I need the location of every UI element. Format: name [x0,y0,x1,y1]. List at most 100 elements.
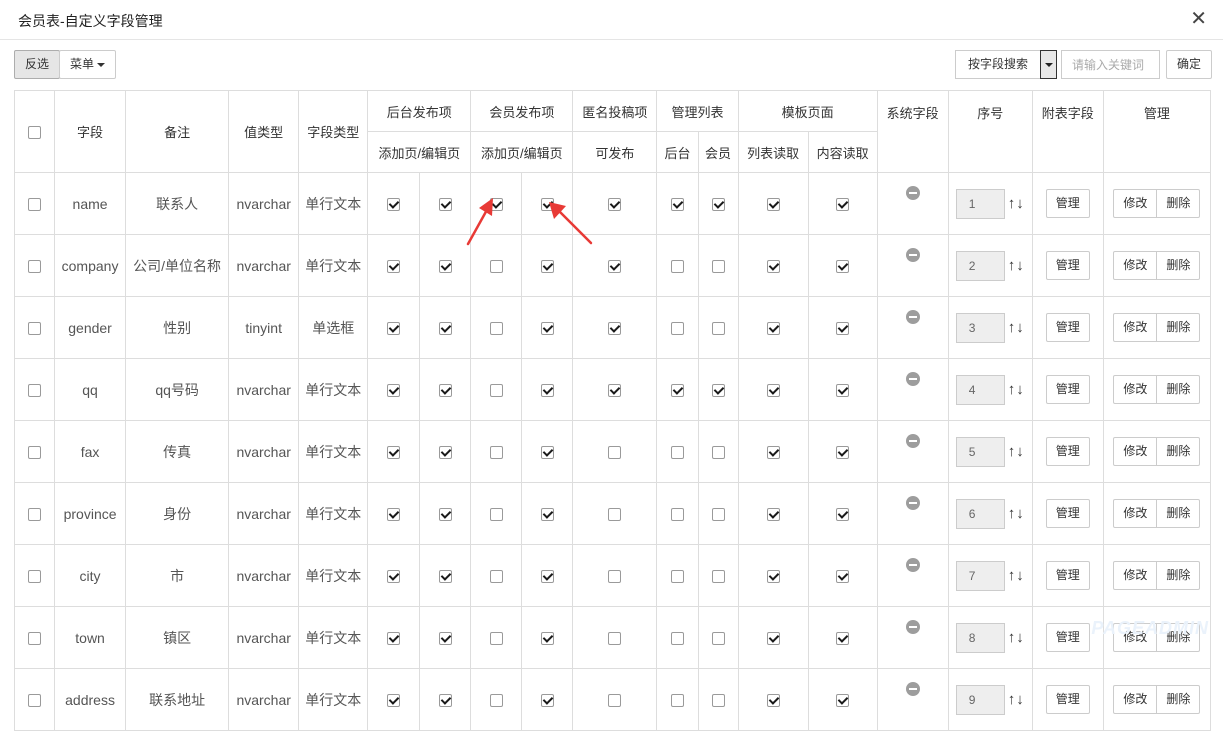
invert-selection-button[interactable]: 反选 [14,50,61,79]
list-backend-checkbox[interactable] [670,260,684,274]
member-edit-checkbox[interactable] [540,570,554,584]
sub-field-manage-button[interactable]: 管理 [1045,437,1090,466]
list-backend-checkbox[interactable] [670,694,684,708]
member-add-checkbox[interactable] [489,446,503,460]
backend-edit-checkbox[interactable] [438,632,452,646]
row-select-checkbox[interactable] [28,384,42,398]
member-add-checkbox[interactable] [489,322,503,336]
arrow-down-icon[interactable]: ↓ [1016,443,1025,460]
tpl-content-read-checkbox[interactable] [836,446,850,460]
search-field-select[interactable]: 按字段搜索 [954,50,1057,79]
tpl-list-read-checkbox[interactable] [766,694,780,708]
backend-add-checkbox[interactable] [387,446,401,460]
list-backend-checkbox[interactable] [670,508,684,522]
member-edit-checkbox[interactable] [540,322,554,336]
backend-add-checkbox[interactable] [387,260,401,274]
list-member-checkbox[interactable] [711,570,725,584]
sub-field-manage-button[interactable]: 管理 [1045,251,1090,280]
sub-field-manage-button[interactable]: 管理 [1045,375,1090,404]
sub-field-manage-button[interactable]: 管理 [1045,623,1090,652]
order-input[interactable] [955,312,1005,343]
member-edit-checkbox[interactable] [540,384,554,398]
anon-publish-checkbox[interactable] [608,570,622,584]
tpl-content-read-checkbox[interactable] [836,198,850,212]
arrow-down-icon[interactable]: ↓ [1016,629,1025,646]
member-add-checkbox[interactable] [489,260,503,274]
member-add-checkbox[interactable] [489,632,503,646]
backend-edit-checkbox[interactable] [438,198,452,212]
edit-button[interactable]: 修改 [1113,561,1158,590]
backend-edit-checkbox[interactable] [438,322,452,336]
row-select-checkbox[interactable] [28,322,42,336]
arrow-down-icon[interactable]: ↓ [1016,505,1025,522]
anon-publish-checkbox[interactable] [608,694,622,708]
sub-field-manage-button[interactable]: 管理 [1045,313,1090,342]
order-input[interactable] [955,684,1005,715]
edit-button[interactable]: 修改 [1113,189,1158,218]
delete-button[interactable]: 删除 [1156,561,1201,590]
backend-add-checkbox[interactable] [387,198,401,212]
member-add-checkbox[interactable] [489,384,503,398]
backend-add-checkbox[interactable] [387,384,401,398]
tpl-list-read-checkbox[interactable] [766,322,780,336]
list-member-checkbox[interactable] [711,322,725,336]
row-select-checkbox[interactable] [28,570,42,584]
edit-button[interactable]: 修改 [1113,375,1158,404]
list-backend-checkbox[interactable] [670,198,684,212]
member-edit-checkbox[interactable] [540,446,554,460]
member-edit-checkbox[interactable] [540,198,554,212]
backend-add-checkbox[interactable] [387,322,401,336]
delete-button[interactable]: 删除 [1156,685,1201,714]
arrow-up-icon[interactable]: ↑ [1008,505,1017,522]
list-backend-checkbox[interactable] [670,570,684,584]
list-member-checkbox[interactable] [711,260,725,274]
edit-button[interactable]: 修改 [1113,499,1158,528]
list-member-checkbox[interactable] [711,384,725,398]
tpl-list-read-checkbox[interactable] [766,260,780,274]
anon-publish-checkbox[interactable] [608,508,622,522]
list-member-checkbox[interactable] [711,508,725,522]
list-member-checkbox[interactable] [711,632,725,646]
order-input[interactable] [955,498,1005,529]
order-input[interactable] [955,250,1005,281]
arrow-up-icon[interactable]: ↑ [1008,319,1017,336]
backend-edit-checkbox[interactable] [438,570,452,584]
tpl-content-read-checkbox[interactable] [836,322,850,336]
tpl-list-read-checkbox[interactable] [766,508,780,522]
delete-button[interactable]: 删除 [1156,375,1201,404]
backend-add-checkbox[interactable] [387,632,401,646]
backend-edit-checkbox[interactable] [438,446,452,460]
member-add-checkbox[interactable] [489,198,503,212]
arrow-down-icon[interactable]: ↓ [1016,319,1025,336]
tpl-list-read-checkbox[interactable] [766,446,780,460]
list-backend-checkbox[interactable] [670,632,684,646]
list-member-checkbox[interactable] [711,694,725,708]
close-icon[interactable]: ✕ [1190,9,1207,29]
edit-button[interactable]: 修改 [1113,251,1158,280]
member-edit-checkbox[interactable] [540,508,554,522]
arrow-down-icon[interactable]: ↓ [1016,567,1025,584]
arrow-up-icon[interactable]: ↑ [1008,195,1017,212]
arrow-up-icon[interactable]: ↑ [1008,257,1017,274]
tpl-list-read-checkbox[interactable] [766,570,780,584]
row-select-checkbox[interactable] [28,694,42,708]
anon-publish-checkbox[interactable] [608,632,622,646]
sub-field-manage-button[interactable]: 管理 [1045,499,1090,528]
tpl-content-read-checkbox[interactable] [836,632,850,646]
row-select-checkbox[interactable] [28,632,42,646]
menu-dropdown-button[interactable]: 菜单 [59,50,117,79]
order-input[interactable] [955,622,1005,653]
backend-add-checkbox[interactable] [387,570,401,584]
anon-publish-checkbox[interactable] [608,446,622,460]
delete-button[interactable]: 删除 [1156,189,1201,218]
member-add-checkbox[interactable] [489,508,503,522]
tpl-list-read-checkbox[interactable] [766,632,780,646]
list-backend-checkbox[interactable] [670,384,684,398]
order-input[interactable] [955,436,1005,467]
member-edit-checkbox[interactable] [540,632,554,646]
arrow-up-icon[interactable]: ↑ [1008,567,1017,584]
tpl-content-read-checkbox[interactable] [836,260,850,274]
tpl-content-read-checkbox[interactable] [836,570,850,584]
member-add-checkbox[interactable] [489,694,503,708]
arrow-up-icon[interactable]: ↑ [1008,691,1017,708]
